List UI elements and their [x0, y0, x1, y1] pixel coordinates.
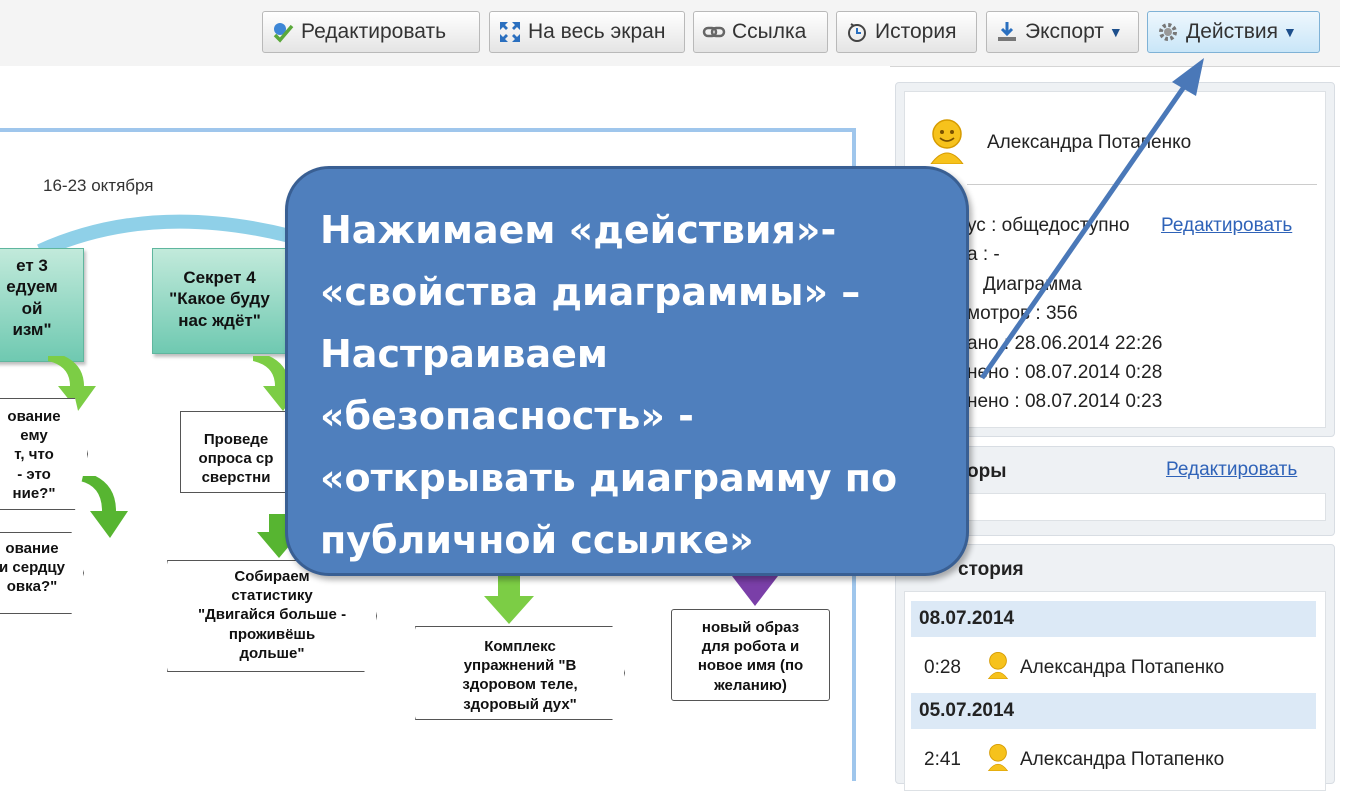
changed-date: нено : 08.07.2014 0:28	[967, 362, 1163, 383]
history-icon	[845, 20, 869, 44]
callout-line: публичной ссылке»	[320, 518, 754, 562]
shape-line: новое имя (по	[697, 657, 804, 675]
link-icon	[702, 20, 726, 44]
shape-line: ование	[5, 540, 59, 557]
shape-line: новый образ	[701, 619, 800, 636]
modified-date: нено : 08.07.2014 0:23	[967, 391, 1163, 412]
gear-icon	[1156, 20, 1180, 44]
shape-line: упражнений "В	[463, 657, 577, 675]
instruction-callout: Нажимаем «действия»- «свойства диаграммы…	[285, 166, 969, 576]
user-icon	[986, 743, 1010, 776]
status-edit-link[interactable]: Редактировать	[1161, 215, 1292, 237]
views-count: мотров : 356	[967, 303, 1078, 324]
author-name: Александра Потапенко	[987, 132, 1192, 153]
secret-4-line: нас ждёт"	[178, 310, 261, 330]
history-date: 08.07.2014	[911, 601, 1316, 637]
history-time: 0:28	[924, 657, 961, 678]
shape-line: ование	[7, 408, 61, 425]
user-avatar-icon	[927, 118, 967, 169]
shape-line: опроса ср	[198, 450, 274, 468]
history-user[interactable]: Александра Потапенко	[1020, 749, 1224, 771]
date-label: 16-23 октября	[43, 176, 154, 195]
download-icon	[995, 20, 1019, 44]
secret-4-line: Секрет 4	[183, 268, 256, 287]
secret-3-line: едуем	[6, 277, 58, 297]
secret-3-line: изм"	[12, 319, 52, 339]
export-button[interactable]: Экспорт ▼	[986, 11, 1139, 53]
shape-line: Комплекс	[484, 638, 556, 655]
secret-3-line: ой	[21, 298, 43, 318]
property-line: а : -	[967, 244, 1000, 265]
stats-box[interactable]: Собираем статистику "Двигайся больше - п…	[167, 560, 377, 672]
fullscreen-icon	[498, 20, 522, 44]
robot-box[interactable]: новый образ для робота и новое имя (по ж…	[671, 609, 830, 701]
edit-icon	[271, 20, 295, 44]
edit-button[interactable]: Редактировать	[262, 11, 480, 53]
callout-line: Настраиваем	[320, 332, 608, 376]
fullscreen-button[interactable]: На весь экран	[489, 11, 685, 53]
link-button[interactable]: Ссылка	[693, 11, 828, 53]
link-label: Ссылка	[732, 20, 807, 43]
history-button[interactable]: История	[836, 11, 977, 53]
shape-line: для робота и	[701, 638, 800, 656]
history-panel: стория 08.07.2014 0:28 Александра Потапе…	[895, 544, 1335, 791]
callout-line: «открывать диаграмму по	[320, 456, 898, 500]
shape-line: здоровом теле,	[462, 676, 578, 694]
secret-3-box[interactable]: ет 3 едуем ой изм"	[0, 248, 84, 362]
shape-line: дольше"	[239, 644, 305, 662]
shape-line: ние?"	[12, 484, 56, 502]
created-date: ано : 28.06.2014 22:26	[967, 333, 1163, 354]
callout-line: Нажимаем «действия»-	[320, 208, 837, 252]
divider	[967, 184, 1317, 185]
green-arrow	[80, 476, 128, 538]
secret-3-line: ет 3	[16, 256, 48, 275]
shape-line: и сердцу	[0, 559, 65, 577]
history-label: История	[875, 20, 957, 43]
shape-line: проживёшь	[228, 625, 316, 643]
history-date: 05.07.2014	[911, 693, 1316, 729]
green-arrow	[484, 576, 534, 624]
exercises-box[interactable]: Комплекс упражнений "В здоровом теле, зд…	[415, 626, 625, 720]
shape-line: - это	[17, 465, 51, 483]
shape-line: "Двигайся больше -	[197, 606, 347, 624]
shape-line: Проведе	[203, 431, 269, 448]
actions-label: Действия	[1186, 20, 1279, 43]
secret-4-box[interactable]: Секрет 4 "Какое буду нас ждёт"	[152, 248, 287, 354]
edit-label: Редактировать	[301, 20, 447, 43]
history-time: 2:41	[924, 749, 961, 770]
chevron-down-icon: ▼	[1283, 24, 1297, 40]
left-shape-2[interactable]: ование и сердцу овка?"	[0, 532, 84, 614]
coauthors-edit-link[interactable]: Редактировать	[1166, 459, 1297, 481]
shape-line: сверстни	[201, 469, 271, 487]
secret-4-line: "Какое буду	[169, 289, 270, 309]
user-icon	[986, 651, 1010, 684]
history-title: стория	[958, 559, 1024, 580]
shape-line: т, что	[14, 446, 54, 464]
callout-line: «безопасность» -	[320, 394, 694, 438]
chevron-down-icon: ▼	[1108, 24, 1123, 40]
shape-line: желанию)	[714, 676, 787, 694]
toolbar: Редактировать На весь экран Ссылка Истор…	[0, 0, 1340, 67]
survey-box[interactable]: Проведе опроса ср сверстни	[180, 411, 292, 493]
left-shape-1[interactable]: ование ему т, что - это ние?"	[0, 398, 88, 510]
actions-button[interactable]: Действия ▼	[1147, 11, 1320, 53]
shape-line: статистику	[231, 587, 313, 605]
export-label: Экспорт	[1025, 20, 1104, 43]
fullscreen-label: На весь экран	[528, 20, 666, 43]
purple-arrow	[732, 576, 778, 606]
shape-line: ему	[20, 427, 48, 445]
history-user[interactable]: Александра Потапенко	[1020, 657, 1224, 679]
property-line: Диаграмма	[983, 274, 1082, 295]
status-text: ус : общедоступно	[967, 215, 1130, 236]
shape-line: овка?"	[6, 578, 58, 596]
shape-line: здоровый дух"	[463, 695, 577, 713]
callout-line: «свойства диаграммы» –	[320, 270, 861, 314]
